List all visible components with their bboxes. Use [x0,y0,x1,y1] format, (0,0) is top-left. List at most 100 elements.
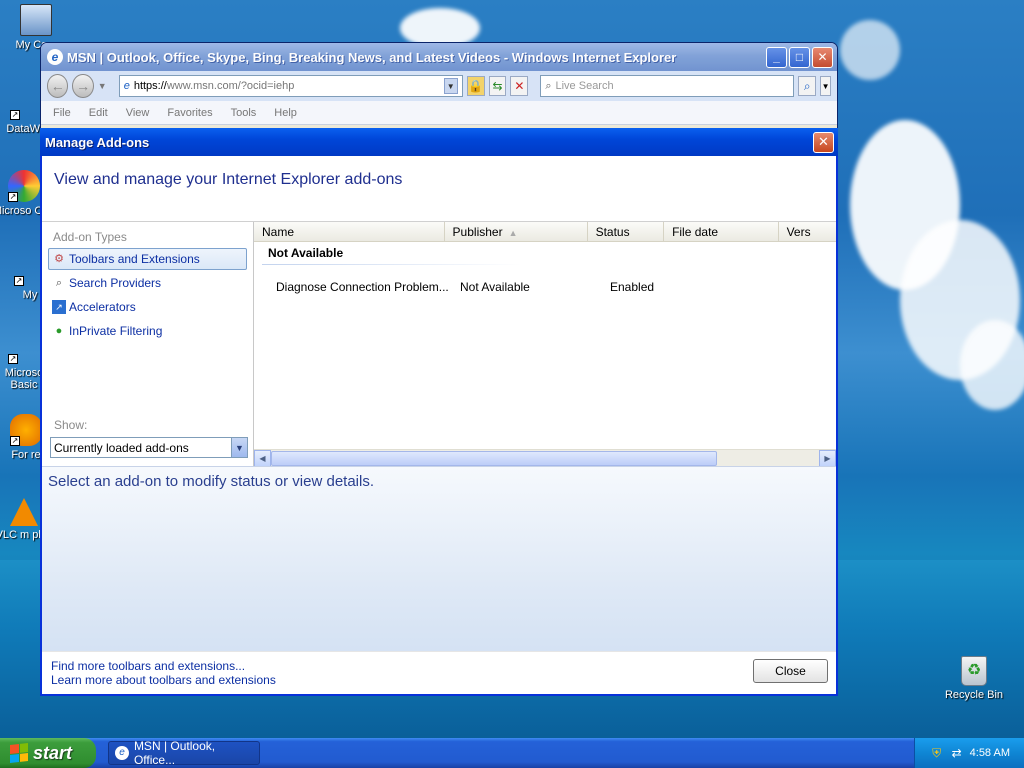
url-rest: www.msn.com/?ocid=iehp [166,80,295,92]
addons-list-pane: Name Publisher ▲ Status File date Vers No… [254,222,836,466]
column-label: Name [262,225,295,239]
column-header-publisher[interactable]: Publisher ▲ [445,222,588,241]
lock-icon[interactable]: 🔒 [466,76,485,96]
search-go-button[interactable]: ⌕ [798,76,817,96]
gear-icon: ⚙ [54,253,64,265]
addons-list-header: Name Publisher ▲ Status File date Vers [254,222,836,242]
stop-button[interactable]: ✕ [510,76,529,96]
search-options-dropdown[interactable]: ▼ [820,76,832,96]
clock[interactable]: 4:58 AM [970,747,1010,759]
addon-publisher: Not Available [460,280,530,294]
scroll-left-arrow-icon[interactable]: ◀ [254,449,271,466]
find-more-toolbars-link[interactable]: Find more toolbars and extensions... [51,659,245,673]
minimize-button[interactable]: _ [766,46,787,68]
addon-type-label: InPrivate Filtering [69,324,163,338]
group-divider [262,264,522,265]
dialog-title-bar[interactable]: Manage Add-ons ✕ [40,128,838,156]
visual-studio-icon: ↗ [8,170,40,202]
ie-title-bar[interactable]: e MSN | Outlook, Office, Skype, Bing, Br… [41,43,837,71]
addon-type-toolbars-extensions[interactable]: ⚙ Toolbars and Extensions [48,248,247,270]
show-selected-value: Currently loaded add-ons [54,440,189,455]
shortcut-icon: ↗ [10,414,42,446]
page-icon: e [123,80,130,92]
addon-status: Enabled [610,280,655,294]
dialog-heading: View and manage your Internet Explorer a… [54,171,403,188]
dialog-close-x-button[interactable]: ✕ [813,131,834,153]
maximize-button[interactable]: □ [789,46,810,68]
system-tray: ⛨ ⇄ 4:58 AM [914,738,1024,768]
ie-navigation-bar: ← → ▼ e https:// www.msn.com/?ocid=iehp … [41,71,837,101]
column-label: Status [595,225,630,239]
menu-file[interactable]: File [53,107,71,119]
taskbar-item-label: MSN | Outlook, Office... [133,739,216,767]
dialog-header: View and manage your Internet Explorer a… [42,156,836,222]
menu-view[interactable]: View [126,107,150,119]
column-header-status[interactable]: Status [588,222,665,241]
search-placeholder: Live Search [555,80,614,92]
taskbar: start e MSN | Outlook, Office... ⛨ ⇄ 4:5… [0,738,1024,768]
close-button[interactable]: Close [753,659,828,683]
scrollbar-thumb[interactable] [271,450,717,466]
addon-name: Diagnose Connection Problem... [276,280,449,294]
addon-type-label: Search Providers [69,276,162,290]
search-icon: ⌕ [545,79,552,92]
shortcut-icon: ↗ [10,110,20,120]
column-header-name[interactable]: Name [254,222,445,241]
search-input[interactable]: ⌕ Live Search [540,75,795,97]
details-pane: Select an add-on to modify status or vie… [42,466,836,662]
menu-help[interactable]: Help [274,107,297,119]
scrollbar-track[interactable] [271,450,819,467]
learn-more-toolbars-link[interactable]: Learn more about toolbars and extensions [51,673,276,687]
address-bar[interactable]: e https:// www.msn.com/?ocid=iehp ▼ [118,75,463,97]
group-header: Not Available [268,246,344,260]
sort-ascending-icon: ▲ [508,228,518,238]
dialog-footer: Find more toolbars and extensions... Lea… [42,651,836,694]
column-label: File date [672,225,719,239]
addon-type-label: Toolbars and Extensions [69,252,200,266]
accelerator-icon: ↗ [52,300,66,314]
scroll-right-arrow-icon[interactable]: ▶ [819,449,836,466]
windows-logo-icon [10,743,28,763]
menu-edit[interactable]: Edit [89,107,108,119]
manage-addons-dialog: Manage Add-ons ✕ View and manage your In… [40,128,838,696]
show-dropdown[interactable]: Currently loaded add-ons ▼ [50,437,248,458]
column-header-version[interactable]: Vers [779,222,836,241]
shortcut-icon: ↗ [8,354,18,364]
search-icon: ⌕ [55,277,63,289]
addon-type-search-providers[interactable]: ⌕ Search Providers [48,272,247,294]
addon-type-accelerators[interactable]: ↗ Accelerators [48,296,247,318]
forward-button[interactable]: → [72,74,94,98]
back-button[interactable]: ← [47,74,69,98]
column-label: Publisher [452,225,503,239]
address-dropdown-icon[interactable]: ▼ [443,78,458,94]
recycle-bin-icon: ♻ [961,656,987,686]
security-shield-icon[interactable]: ⛨ [930,746,944,760]
ie-menu-bar: File Edit View Favorites Tools Help [41,101,837,125]
dialog-title: Manage Add-ons [45,134,150,150]
horizontal-scrollbar[interactable]: ◀ ▶ [254,449,836,466]
chevron-down-icon: ▼ [231,438,247,457]
menu-favorites[interactable]: Favorites [167,107,212,119]
history-dropdown-icon[interactable]: ▼ [98,81,107,91]
desktop-icon-label: Recycle Bin [944,689,1004,701]
inprivate-icon: ● [55,325,63,337]
column-label: Vers [786,225,811,239]
ie-logo-icon: e [47,49,63,65]
addon-types-label: Add-on Types [53,230,127,244]
details-message: Select an add-on to modify status or vie… [48,473,375,490]
column-header-file-date[interactable]: File date [664,222,779,241]
table-row[interactable]: Diagnose Connection Problem... Not Avail… [254,277,836,297]
show-label: Show: [54,418,88,432]
addon-type-inprivate-filtering[interactable]: ● InPrivate Filtering [48,320,247,342]
ie-logo-icon: e [115,746,129,760]
url-scheme: https:// [133,80,167,92]
taskbar-item-ie[interactable]: e MSN | Outlook, Office... [108,739,260,767]
start-button[interactable]: start [0,738,96,768]
desktop-icon-recycle-bin[interactable]: ♻ Recycle Bin [942,656,1006,701]
start-label: start [33,742,73,763]
window-close-button[interactable]: ✕ [812,46,833,68]
ie-window-title: MSN | Outlook, Office, Skype, Bing, Brea… [67,49,677,65]
network-icon[interactable]: ⇄ [950,746,964,760]
refresh-button[interactable]: ⇆ [488,76,507,96]
menu-tools[interactable]: Tools [231,107,257,119]
